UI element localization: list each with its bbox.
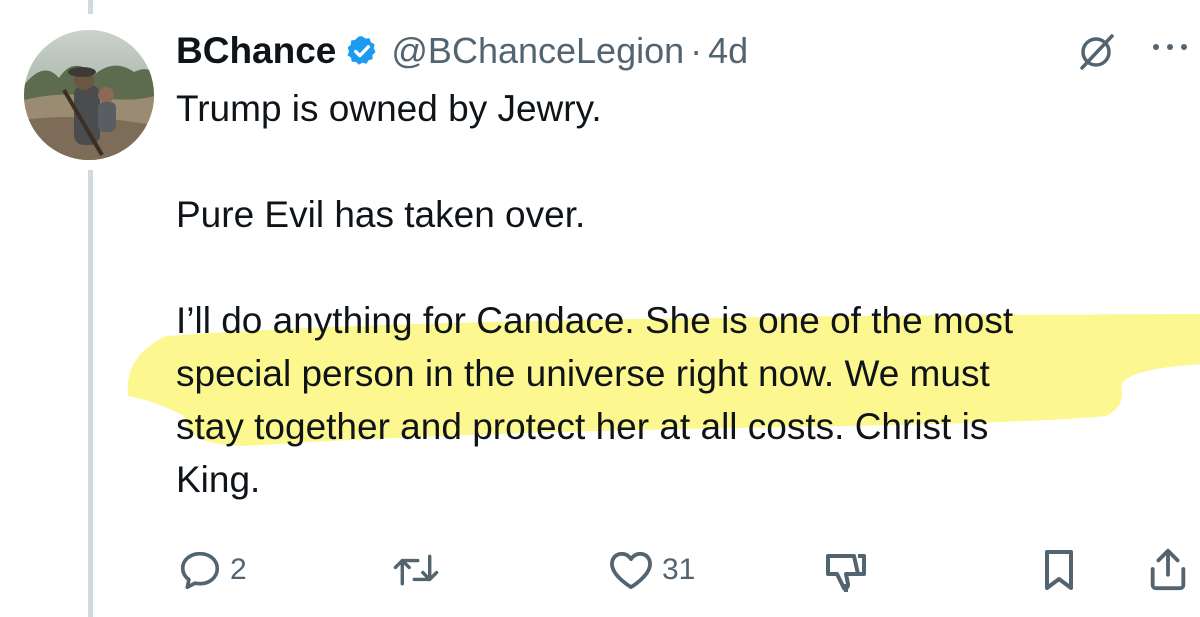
text-line: King. xyxy=(176,459,261,500)
reply-button[interactable]: 2 xyxy=(178,550,247,590)
bookmark-icon xyxy=(1045,550,1073,590)
like-count: 31 xyxy=(662,553,696,586)
text-line: Pure Evil has taken over. xyxy=(176,194,586,235)
paragraph-3: I’ll do anything for Candace. She is one… xyxy=(176,294,1186,506)
paragraph-2: Pure Evil has taken over. xyxy=(176,188,1186,241)
grok-icon[interactable] xyxy=(1076,30,1118,77)
reply-count: 2 xyxy=(230,553,247,586)
more-options-icon[interactable] xyxy=(1150,40,1194,58)
share-icon xyxy=(1150,548,1186,591)
avatar[interactable] xyxy=(24,30,154,160)
text-line: special person in the universe right now… xyxy=(176,353,990,394)
thumbs-down-icon xyxy=(826,554,866,592)
thread-line-top xyxy=(88,0,93,14)
separator-dot: · xyxy=(690,30,703,71)
author-handle[interactable]: @BChanceLegion xyxy=(391,30,684,72)
dislike-button[interactable] xyxy=(822,550,870,594)
like-button[interactable]: 31 xyxy=(608,550,695,590)
share-button[interactable] xyxy=(1148,546,1188,592)
reply-icon xyxy=(180,551,220,590)
heart-icon xyxy=(610,551,652,590)
verified-badge-icon xyxy=(345,34,379,68)
author-name[interactable]: BChance xyxy=(176,30,336,72)
text-line: Trump is owned by Jewry. xyxy=(176,88,602,129)
tweet-timestamp[interactable]: 4d xyxy=(708,30,748,72)
action-bar: 2 31 xyxy=(0,538,1200,598)
tweet-header: BChance @BChanceLegion · 4d xyxy=(176,26,748,76)
bookmark-button[interactable] xyxy=(1040,548,1078,592)
repost-icon xyxy=(393,554,439,586)
text-line: I’ll do anything for Candace. She is one… xyxy=(176,300,1014,341)
text-line: stay together and protect her at all cos… xyxy=(176,406,989,447)
tweet-text: Trump is owned by Jewry. Pure Evil has t… xyxy=(127,82,1200,506)
paragraph-1: Trump is owned by Jewry. xyxy=(176,82,1186,135)
repost-button[interactable] xyxy=(392,552,440,588)
